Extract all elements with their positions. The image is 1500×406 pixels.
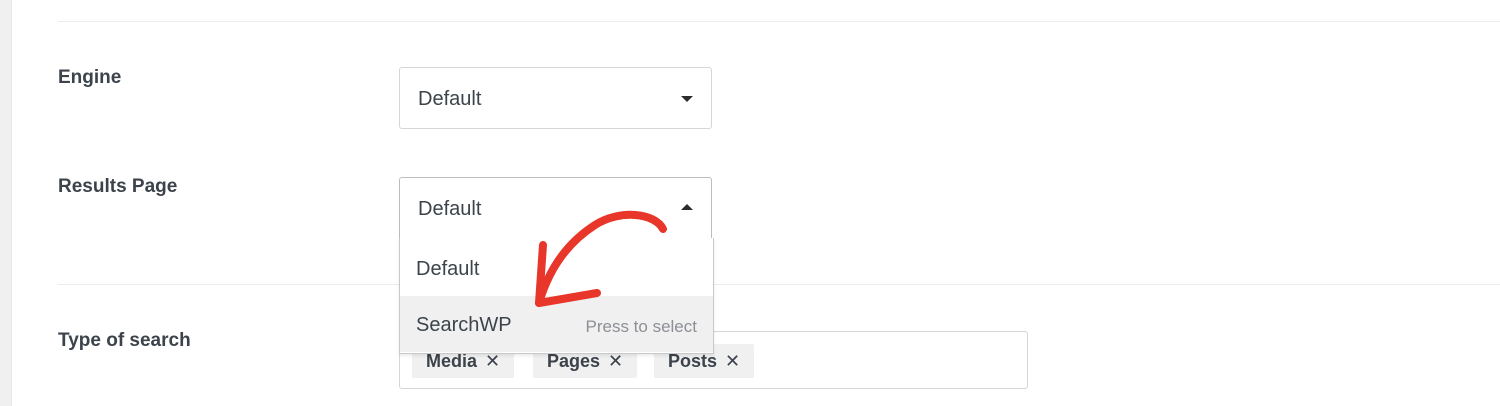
engine-select-value: Default bbox=[418, 88, 482, 110]
close-icon[interactable]: ✕ bbox=[725, 351, 740, 371]
chevron-down-icon bbox=[681, 96, 693, 102]
engine-select[interactable]: Default bbox=[399, 67, 712, 129]
close-icon[interactable]: ✕ bbox=[608, 351, 623, 371]
close-icon[interactable]: ✕ bbox=[485, 351, 500, 371]
dropdown-option-searchwp[interactable]: SearchWP Press to select bbox=[400, 296, 713, 352]
tag-label: Media bbox=[426, 351, 478, 371]
chevron-up-icon bbox=[681, 204, 693, 210]
results-page-select-value: Default bbox=[418, 198, 482, 220]
results-page-select[interactable]: Default bbox=[399, 177, 712, 239]
engine-label: Engine bbox=[58, 67, 122, 88]
type-of-search-label: Type of search bbox=[58, 330, 191, 351]
option-hint: Press to select bbox=[585, 317, 698, 336]
dropdown-option-default[interactable]: Default bbox=[400, 240, 713, 296]
tag-label: Posts bbox=[668, 351, 718, 371]
admin-sidebar-edge bbox=[0, 0, 12, 406]
option-label: Default bbox=[416, 258, 480, 280]
option-label: SearchWP bbox=[416, 314, 512, 336]
section-divider-middle bbox=[58, 284, 1500, 285]
section-divider-top bbox=[58, 21, 1500, 22]
results-page-dropdown-list: Default SearchWP Press to select bbox=[399, 238, 714, 354]
results-page-label: Results Page bbox=[58, 176, 178, 197]
tag-label: Pages bbox=[547, 351, 601, 371]
